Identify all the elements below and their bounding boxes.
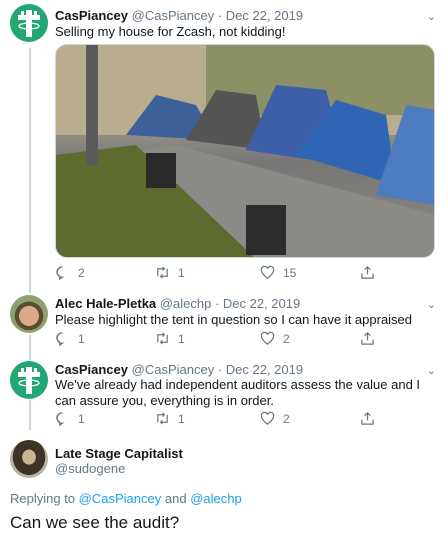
reply-icon [56,266,65,280]
compose-author-name: Late Stage Capitalist [55,446,183,461]
tweet-actions: 1 1 2 [55,411,385,427]
retweet-count: 1 [178,411,185,426]
share-button[interactable] [360,265,375,280]
retweet-count: 1 [178,331,185,346]
like-button[interactable]: 2 [260,331,290,346]
thread-line [29,335,31,360]
author-name[interactable]: Alec Hale-Pletka [55,296,156,311]
reply-button[interactable]: 1 [55,331,85,346]
reply-button[interactable]: 2 [55,265,85,280]
retweet-icon [157,332,168,345]
heart-icon [260,331,275,345]
share-icon [361,266,374,279]
thread-line [29,48,31,293]
tweet-text: We've already had independent auditors a… [55,377,421,408]
thread-line [29,400,31,430]
retweet-button[interactable]: 1 [155,411,185,426]
author-name[interactable]: CasPiancey [55,362,128,377]
author-handle[interactable]: @alechp [160,296,212,311]
heart-icon [260,265,275,279]
tweet-date[interactable]: · Dec 22, 2019 [218,362,303,377]
reply-count: 1 [78,411,85,426]
like-button[interactable]: 15 [260,265,296,280]
author-handle[interactable]: @CasPiancey [132,8,215,23]
tweet-actions: 2 1 15 [55,265,385,281]
tent-encampment-image [56,45,434,257]
tweet-header: Alec Hale-Pletka @alechp · Dec 22, 2019 [55,296,300,311]
reply-count: 1 [78,331,85,346]
reply-icon [56,332,65,346]
author-name[interactable]: CasPiancey [55,8,128,23]
avatar[interactable] [10,361,48,399]
tweet-date[interactable]: · Dec 22, 2019 [218,8,303,23]
heart-icon [260,411,275,425]
reply-button[interactable]: 1 [55,411,85,426]
zcash-logo-icon [18,10,40,37]
retweet-button[interactable]: 1 [155,331,185,346]
reply-icon [56,412,65,426]
replying-prefix: Replying to [10,491,76,506]
replying-and: and [164,491,187,506]
avatar[interactable] [10,295,48,333]
retweet-icon [157,412,168,425]
mention-link[interactable]: @CasPiancey [79,491,162,506]
avatar [10,440,48,478]
tweet-actions: 1 1 2 [55,331,385,347]
share-icon [361,412,374,425]
like-button[interactable]: 2 [260,411,290,426]
retweet-count: 1 [178,265,185,280]
retweet-button[interactable]: 1 [155,265,185,280]
chevron-down-icon[interactable]: ⌄ [427,10,436,23]
reply-textbox[interactable]: Can we see the audit? [10,513,179,533]
author-name: Late Stage Capitalist [55,446,183,461]
like-count: 2 [283,411,290,426]
retweet-icon [157,266,168,279]
mention-link[interactable]: @alechp [190,491,242,506]
tweet-header: CasPiancey @CasPiancey · Dec 22, 2019 [55,8,303,23]
tweet-header: CasPiancey @CasPiancey · Dec 22, 2019 [55,362,303,377]
tweet-text: Please highlight the tent in question so… [55,312,413,327]
author-handle[interactable]: @CasPiancey [132,362,215,377]
tweet-photo[interactable] [55,44,435,258]
like-count: 15 [283,265,297,280]
zcash-logo-icon [18,367,40,394]
tweet-text: Selling my house for Zcash, not kidding! [55,24,286,39]
replying-to: Replying to @CasPiancey and @alechp [10,491,242,506]
chevron-down-icon[interactable]: ⌄ [427,298,436,311]
reply-count: 2 [78,265,85,280]
share-button[interactable] [360,411,375,426]
chevron-down-icon[interactable]: ⌄ [427,364,436,377]
avatar[interactable] [10,4,48,42]
compose-author-handle: @sudogene [55,461,126,476]
share-icon [361,332,374,345]
like-count: 2 [283,331,290,346]
share-button[interactable] [360,331,375,346]
tweet-date[interactable]: · Dec 22, 2019 [215,296,300,311]
